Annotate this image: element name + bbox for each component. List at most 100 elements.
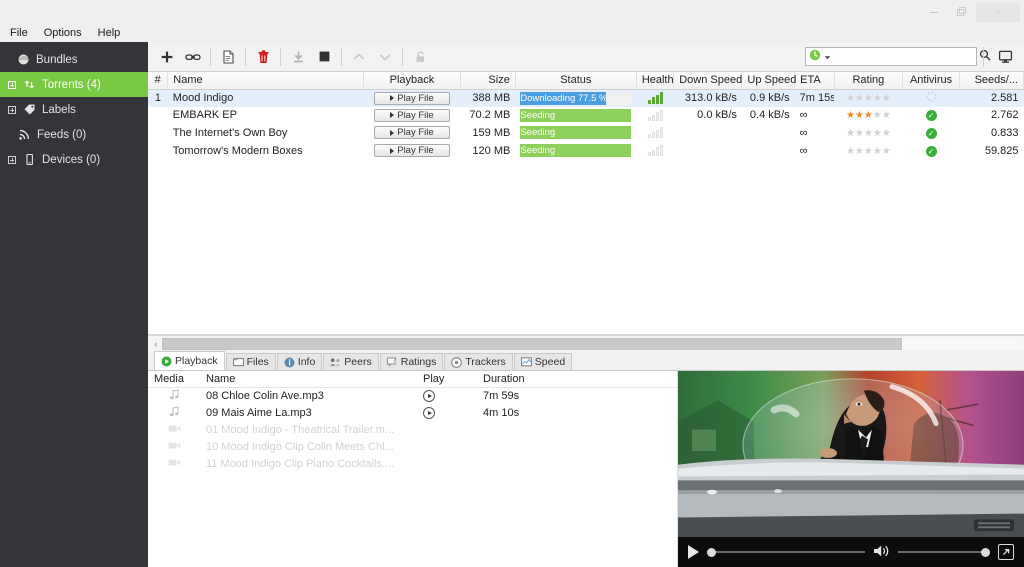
col-rating[interactable]: Rating	[834, 72, 903, 90]
unlock-button[interactable]	[407, 45, 433, 69]
table-row[interactable]: The Internet's Own Boy Play File 159 MB See…	[148, 124, 1024, 142]
star-icon[interactable]: ★	[882, 110, 891, 121]
close-button[interactable]: ×	[976, 2, 1020, 22]
rating-stars[interactable]: ★★★★★	[846, 93, 891, 104]
star-icon[interactable]: ★	[864, 146, 873, 157]
star-icon[interactable]: ★	[855, 93, 864, 104]
star-icon[interactable]: ★	[846, 128, 855, 139]
menu-options[interactable]: Options	[44, 27, 82, 39]
col-media-name[interactable]: Name	[200, 371, 417, 388]
horizontal-scrollbar[interactable]: ‹	[148, 335, 1024, 351]
star-icon[interactable]: ★	[873, 128, 882, 139]
star-icon[interactable]: ★	[864, 110, 873, 121]
scrollbar-thumb[interactable]	[162, 337, 902, 350]
fullscreen-icon[interactable]	[998, 544, 1014, 560]
rating-stars[interactable]: ★★★★★	[846, 146, 891, 157]
search-engine-icon[interactable]	[809, 49, 821, 64]
search-icon[interactable]	[979, 49, 991, 64]
tab-peers[interactable]: Peers	[323, 353, 379, 370]
list-item[interactable]: 10 Mood Indigo Clip Colin Meets Chl...	[148, 438, 677, 455]
star-icon[interactable]: ★	[846, 110, 855, 121]
star-icon[interactable]: ★	[882, 146, 891, 157]
playback-cell[interactable]: Play File	[363, 89, 461, 107]
col-health[interactable]: Health	[636, 72, 675, 90]
table-row[interactable]: 1 Mood Indigo Play File 388 MB Downloading 7…	[148, 89, 1024, 107]
star-icon[interactable]: ★	[864, 128, 873, 139]
media-file-list[interactable]: Media Name Play Duration 08 Chloe Colin …	[148, 371, 678, 567]
play-icon[interactable]	[688, 545, 699, 559]
expand-icon[interactable]	[8, 80, 16, 89]
menu-help[interactable]: Help	[98, 27, 121, 39]
play-file-button[interactable]: Play File	[373, 144, 450, 158]
remote-monitor-button[interactable]	[992, 45, 1018, 69]
col-num[interactable]: #	[148, 72, 169, 90]
stop-button[interactable]	[311, 45, 337, 69]
col-size[interactable]: Size	[460, 72, 516, 90]
scroll-left-icon[interactable]: ‹	[150, 339, 162, 349]
col-playback[interactable]: Playback	[363, 72, 461, 90]
tab-info[interactable]: Info	[276, 353, 323, 370]
seek-slider[interactable]	[707, 546, 865, 558]
sidebar-item-devices[interactable]: Devices (0)	[0, 147, 148, 172]
star-icon[interactable]: ★	[882, 128, 891, 139]
list-item[interactable]: 09 Mais Aime La.mp3 4m 10s	[148, 404, 677, 421]
seek-knob[interactable]	[707, 547, 716, 557]
search-box[interactable]	[805, 47, 991, 66]
list-item[interactable]: 11 Mood Indigo Clip Piano Cocktails....	[148, 455, 677, 472]
tab-speed[interactable]: Speed	[513, 353, 573, 370]
play-file-button[interactable]: Play File	[373, 126, 450, 140]
star-icon[interactable]: ★	[873, 110, 882, 121]
list-item[interactable]: 01 Mood Indigo - Theatrical Trailer.m...	[148, 421, 677, 438]
minimize-button[interactable]	[920, 3, 948, 21]
media-play-cell[interactable]	[417, 387, 477, 404]
expand-icon[interactable]	[8, 105, 16, 114]
scrollbar-track[interactable]	[162, 337, 1022, 350]
move-down-button[interactable]	[372, 45, 398, 69]
col-status[interactable]: Status	[515, 72, 637, 90]
table-row[interactable]: Tomorrow's Modern Boxes Play File 120 MB Se…	[148, 142, 1024, 160]
sidebar-item-bundles[interactable]: Bundles	[0, 47, 148, 72]
sidebar-item-feeds[interactable]: Feeds (0)	[0, 122, 148, 147]
menu-file[interactable]: File	[10, 27, 28, 39]
rating-cell[interactable]: ★★★★★	[834, 107, 902, 125]
playback-cell[interactable]: Play File	[364, 107, 461, 125]
rating-cell[interactable]: ★★★★★	[834, 89, 903, 107]
volume-icon[interactable]	[873, 544, 890, 561]
rating-cell[interactable]: ★★★★★	[834, 142, 902, 160]
star-icon[interactable]: ★	[846, 93, 855, 104]
play-file-button[interactable]: Play File	[373, 91, 450, 105]
star-icon[interactable]: ★	[873, 146, 882, 157]
star-icon[interactable]: ★	[855, 110, 864, 121]
rating-stars[interactable]: ★★★★★	[846, 128, 891, 139]
volume-knob[interactable]	[981, 547, 990, 557]
chevron-down-icon[interactable]	[824, 51, 831, 63]
col-play[interactable]: Play	[417, 371, 477, 388]
star-icon[interactable]: ★	[882, 93, 891, 104]
move-up-button[interactable]	[346, 45, 372, 69]
playback-cell[interactable]: Play File	[364, 124, 461, 142]
star-icon[interactable]: ★	[873, 93, 882, 104]
col-antivirus[interactable]: Antivirus	[902, 72, 961, 90]
col-down-speed[interactable]: Down Speed	[673, 72, 743, 90]
play-file-button[interactable]: Play File	[373, 108, 450, 122]
col-media[interactable]: Media	[148, 371, 200, 388]
torrent-table-container[interactable]: # Name Playback Size Status Health Down …	[148, 72, 1024, 335]
star-icon[interactable]: ★	[846, 146, 855, 157]
rating-stars[interactable]: ★★★★★	[846, 110, 891, 121]
list-item[interactable]: 08 Chloe Colin Ave.mp3 7m 59s	[148, 387, 677, 404]
start-button[interactable]	[285, 45, 311, 69]
restore-button[interactable]	[948, 3, 976, 21]
col-up-speed[interactable]: Up Speed	[741, 72, 796, 90]
media-play-cell[interactable]	[417, 404, 477, 421]
delete-button[interactable]	[250, 45, 276, 69]
add-link-button[interactable]	[180, 45, 206, 69]
col-name[interactable]: Name	[167, 72, 365, 90]
expand-icon[interactable]	[8, 155, 16, 164]
col-seeds[interactable]: Seeds/...	[959, 72, 1024, 90]
col-eta[interactable]: ETA	[794, 72, 835, 90]
tab-playback[interactable]: Playback	[154, 351, 225, 370]
star-icon[interactable]: ★	[855, 146, 864, 157]
create-torrent-button[interactable]	[215, 45, 241, 69]
tab-files[interactable]: Files	[225, 353, 276, 370]
sidebar-item-labels[interactable]: Labels	[0, 97, 148, 122]
